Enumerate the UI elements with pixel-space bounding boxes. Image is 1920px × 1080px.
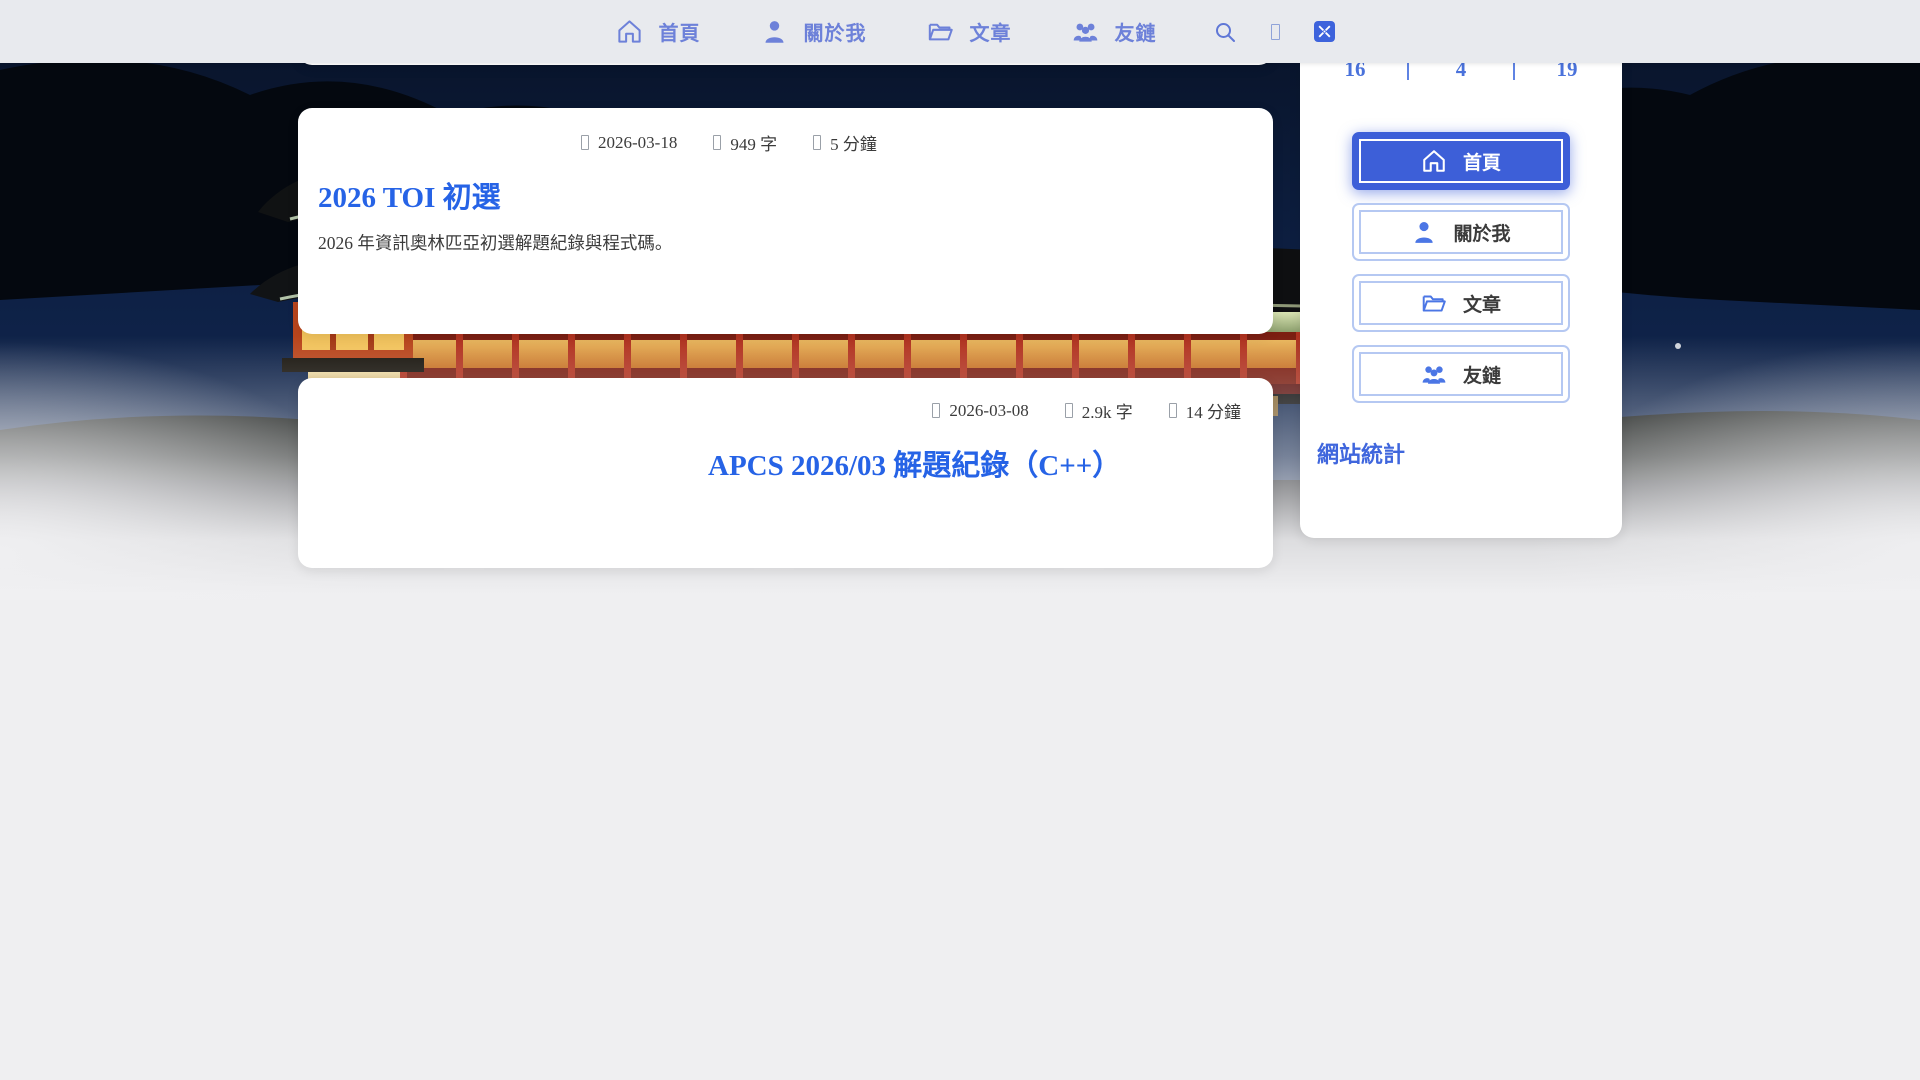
- post-card: 2026-03-18 949 字 5 分鐘 2026 TOI 初選 2026 年…: [298, 108, 1273, 334]
- wordcount-icon: [1064, 403, 1073, 418]
- readtime-icon: [813, 135, 822, 150]
- post-title-link[interactable]: APCS 2026/03 解題紀錄（C++）: [708, 442, 1121, 484]
- sidebar-nav-friends[interactable]: 友鏈: [1352, 345, 1570, 403]
- user-icon: [765, 21, 783, 43]
- sidebar-nav-about[interactable]: 關於我: [1352, 203, 1570, 261]
- nav-label-friends: 友鏈: [1114, 23, 1157, 45]
- expand-icon[interactable]: [1313, 21, 1335, 42]
- post-date: 2026-03-18: [598, 132, 678, 152]
- search-icon[interactable]: [1213, 20, 1237, 44]
- sidebar-nav-home[interactable]: 首頁: [1352, 132, 1570, 190]
- post-readtime: 5 分鐘: [830, 135, 877, 154]
- nav-item-home[interactable]: 首頁: [586, 17, 731, 46]
- nav-item-about[interactable]: 關於我: [731, 17, 897, 46]
- readtime-icon: [1168, 403, 1177, 418]
- nav-label-links: 文章: [969, 23, 1012, 45]
- post-readtime: 14 分鐘: [1185, 403, 1241, 422]
- nav-item-articles[interactable]: 文章: [897, 17, 1042, 46]
- user-icon: [1415, 222, 1434, 243]
- calendar-icon: [932, 403, 941, 418]
- sidebar-nav: 首頁 關於我 文章 友鏈: [1300, 132, 1622, 403]
- folder-icon: [928, 23, 953, 41]
- post-words: 949 字: [730, 135, 778, 154]
- site-stats-heading: 網站統計: [1317, 442, 1406, 467]
- post-excerpt: 2026 年資訊奧林匹亞初選解題紀錄與程式碼。: [318, 233, 673, 253]
- sidebar-nav-articles[interactable]: 文章: [1352, 274, 1570, 332]
- page-content: 置頂 2025-12-10 998 字 3 分鐘 115 特殊選才 115 特殊…: [298, 0, 1622, 568]
- home-icon: [617, 20, 641, 43]
- nav-item-friends[interactable]: 友鏈: [1042, 17, 1187, 46]
- nav-label-about: 關於我: [803, 23, 867, 45]
- folder-icon: [1422, 295, 1446, 312]
- post-list: 置頂 2025-12-10 998 字 3 分鐘 115 特殊選才 115 特殊…: [298, 0, 1273, 568]
- home-icon: [1423, 150, 1445, 172]
- users-icon: [1073, 23, 1097, 42]
- profile-sidebar: 郭10 文章 16 分類 4 標籤 19 首頁: [1300, 0, 1622, 538]
- nav-label-home: 首頁: [658, 23, 701, 45]
- top-navbar: 首頁 關於我 文章 友鏈: [0, 0, 1920, 63]
- post-meta: 2026-03-18 949 字 5 分鐘: [581, 130, 877, 155]
- nav-tools: [1213, 20, 1335, 44]
- post-meta: 2026-03-08 2.9k 字 14 分鐘: [932, 398, 1241, 423]
- post-date: 2026-03-08: [949, 400, 1029, 420]
- post-card: 2026-03-08 2.9k 字 14 分鐘 APCS 2026/03 解題紀…: [298, 378, 1273, 568]
- post-words: 2.9k 字: [1081, 403, 1133, 422]
- post-title-link[interactable]: 2026 TOI 初選: [318, 174, 501, 216]
- calendar-icon: [581, 135, 589, 150]
- theme-toggle-icon[interactable]: [1270, 23, 1280, 40]
- wordcount-icon: [713, 135, 722, 150]
- users-icon: [1422, 366, 1446, 384]
